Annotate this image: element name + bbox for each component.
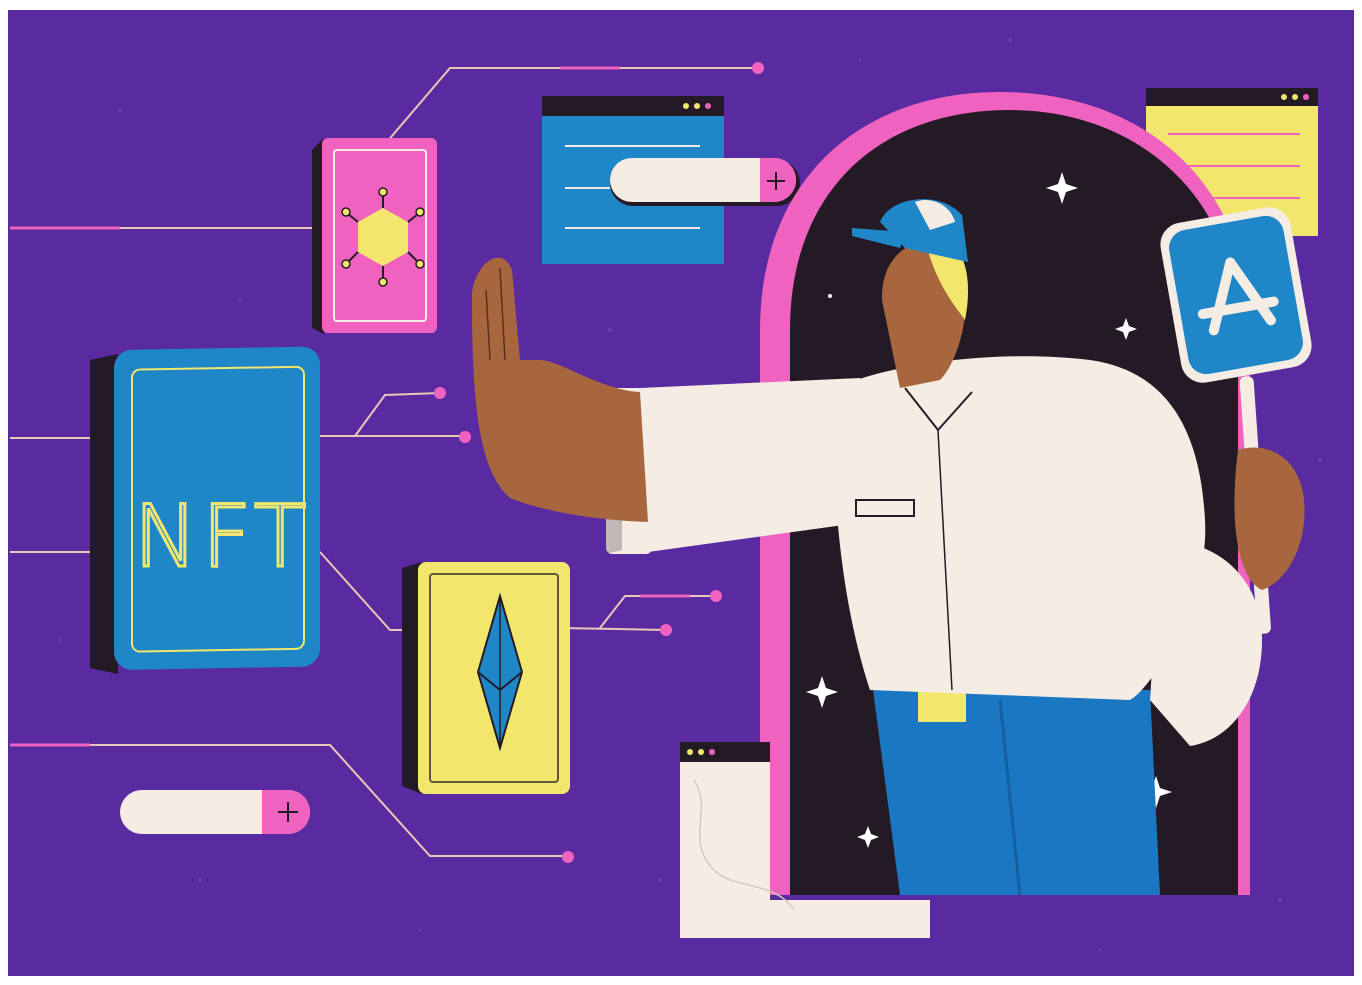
add-pill-bottom [120, 790, 310, 834]
shirt [833, 356, 1206, 700]
ethereum-tile [402, 562, 570, 794]
nft-tile: NFT [90, 346, 320, 674]
app-store-icon [1160, 207, 1312, 383]
nft-label: NFT [134, 487, 311, 587]
hexagon-network-tile [312, 138, 437, 334]
add-pill-top [610, 158, 800, 206]
illustration-canvas: NFT [0, 0, 1362, 985]
